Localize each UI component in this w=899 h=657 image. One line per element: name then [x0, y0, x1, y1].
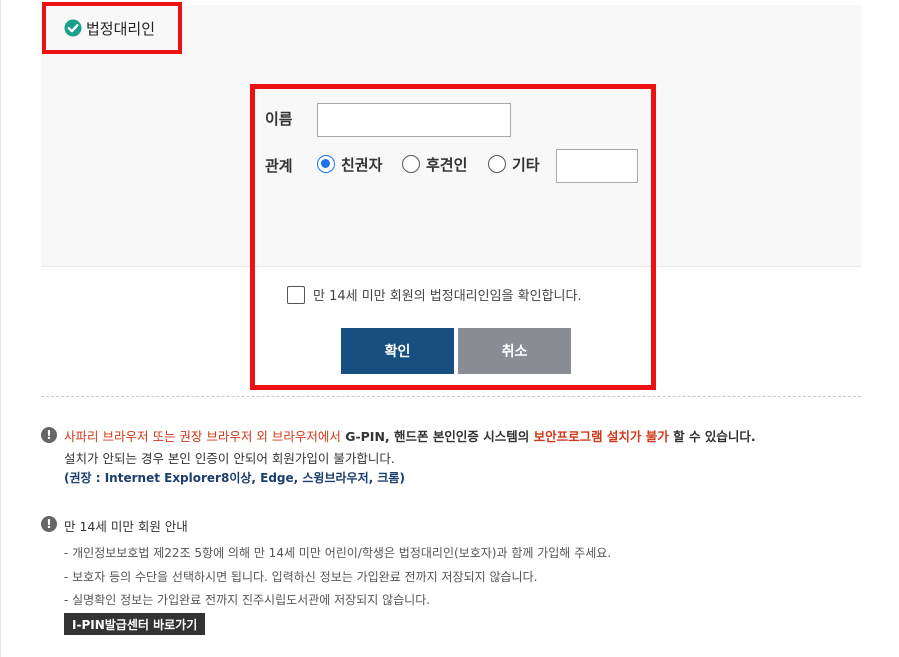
relation-label: 관계	[265, 157, 293, 175]
under14-bullet: - 실명확인 정보는 가입완료 전까지 진주시립도서관에 저장되지 않습니다.	[64, 593, 431, 607]
other-relation-input[interactable]	[556, 149, 638, 183]
name-label: 이름	[265, 110, 293, 128]
agree-checkbox[interactable]	[287, 285, 305, 304]
check-circle-icon	[64, 19, 82, 37]
radio-other-button[interactable]	[488, 155, 506, 173]
radio-parent[interactable]: 친권자	[317, 153, 382, 175]
radio-parent-button[interactable]	[317, 155, 335, 173]
under14-bullet: - 보호자 등의 수단을 선택하시면 됩니다. 입력하신 정보는 가입완료 전까…	[64, 570, 538, 584]
radio-other[interactable]: 기타	[488, 153, 540, 175]
agree-text[interactable]: 만 14세 미만 회원의 법정대리인임을 확인합니다.	[313, 285, 582, 304]
notice-line-1: 사파리 브라우저 또는 권장 브라우저 외 브라우저에서 G-PIN, 핸드폰 …	[64, 426, 756, 445]
radio-guardian-label[interactable]: 후견인	[426, 154, 467, 175]
radio-guardian-button[interactable]	[402, 155, 420, 173]
info-icon: !	[41, 516, 57, 532]
radio-guardian[interactable]: 후견인	[402, 153, 467, 175]
divider	[41, 396, 861, 397]
ipin-center-button[interactable]: I-PIN발급센터 바로가기	[64, 613, 206, 635]
radio-parent-label[interactable]: 친권자	[341, 154, 382, 175]
agree-checkbox-row[interactable]: 만 14세 미만 회원의 법정대리인임을 확인합니다.	[287, 285, 582, 304]
page-left-border	[0, 0, 1, 657]
notice-gpin-text: G-PIN, 핸드폰 본인인증 시스템의	[340, 429, 534, 444]
notice-warning-browser: 사파리 브라우저 또는 권장 브라우저 외 브라우저에서	[64, 429, 341, 444]
under14-title: 만 14세 미만 회원 안내	[64, 519, 188, 534]
under14-bullet: - 개인정보보호법 제22조 5항에 의해 만 14세 미만 어린이/학생은 법…	[64, 546, 612, 560]
notice-end-text: 할 수 있습니다.	[668, 429, 756, 444]
notice-recommended-browsers: (권장 : Internet Explorer8이상, Edge, 스윙브라우저…	[64, 471, 405, 485]
radio-other-label[interactable]: 기타	[512, 154, 540, 175]
name-input[interactable]	[317, 103, 511, 137]
notice-line-2: 설치가 안되는 경우 본인 인증이 안되어 회원가입이 불가합니다.	[64, 451, 395, 466]
confirm-button[interactable]: 확인	[341, 328, 454, 374]
section-title: 법정대리인	[86, 20, 156, 38]
info-icon: !	[41, 427, 57, 443]
cancel-button[interactable]: 취소	[458, 328, 571, 374]
section-title-box: 법정대리인	[42, 2, 182, 54]
notice-warning-install: 보안프로그램 설치가 불가	[533, 429, 669, 444]
